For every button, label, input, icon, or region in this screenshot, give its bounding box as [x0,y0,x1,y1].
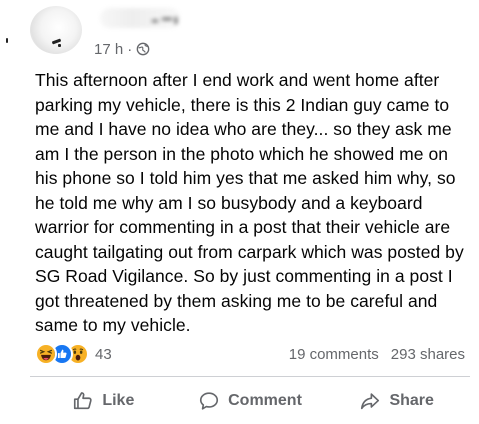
avatar[interactable] [6,6,82,54]
like-button-label: Like [102,392,135,409]
author-name-redacted[interactable] [100,8,180,28]
comment-button[interactable]: Comment [177,382,324,420]
like-button[interactable]: Like [30,382,177,420]
reactions-summary: 43 19 comments 293 shares [35,343,467,369]
meta-separator: · [127,40,133,58]
share-count[interactable]: 293 shares [391,346,465,363]
globe-icon[interactable] [136,42,150,56]
engagement-counts: 19 comments 293 shares [289,346,465,363]
comment-icon [200,392,219,410]
share-button[interactable]: Share [323,382,470,420]
action-bar: Like Comment Share [30,382,470,420]
post-header: 17 h · [0,0,479,66]
post-meta: 17 h · [94,40,150,58]
haha-icon [35,343,57,365]
comment-count[interactable]: 19 comments [289,346,379,363]
thumbs-up-icon [74,392,93,410]
post-timestamp[interactable]: 17 h [94,41,123,58]
share-button-label: Share [389,392,434,409]
divider [30,376,470,377]
reaction-icons[interactable] [35,343,89,367]
comment-button-label: Comment [228,392,302,409]
reaction-count[interactable]: 43 [95,346,112,363]
post-body: This afternoon after I end work and went… [35,70,464,335]
share-arrow-icon [361,393,380,410]
